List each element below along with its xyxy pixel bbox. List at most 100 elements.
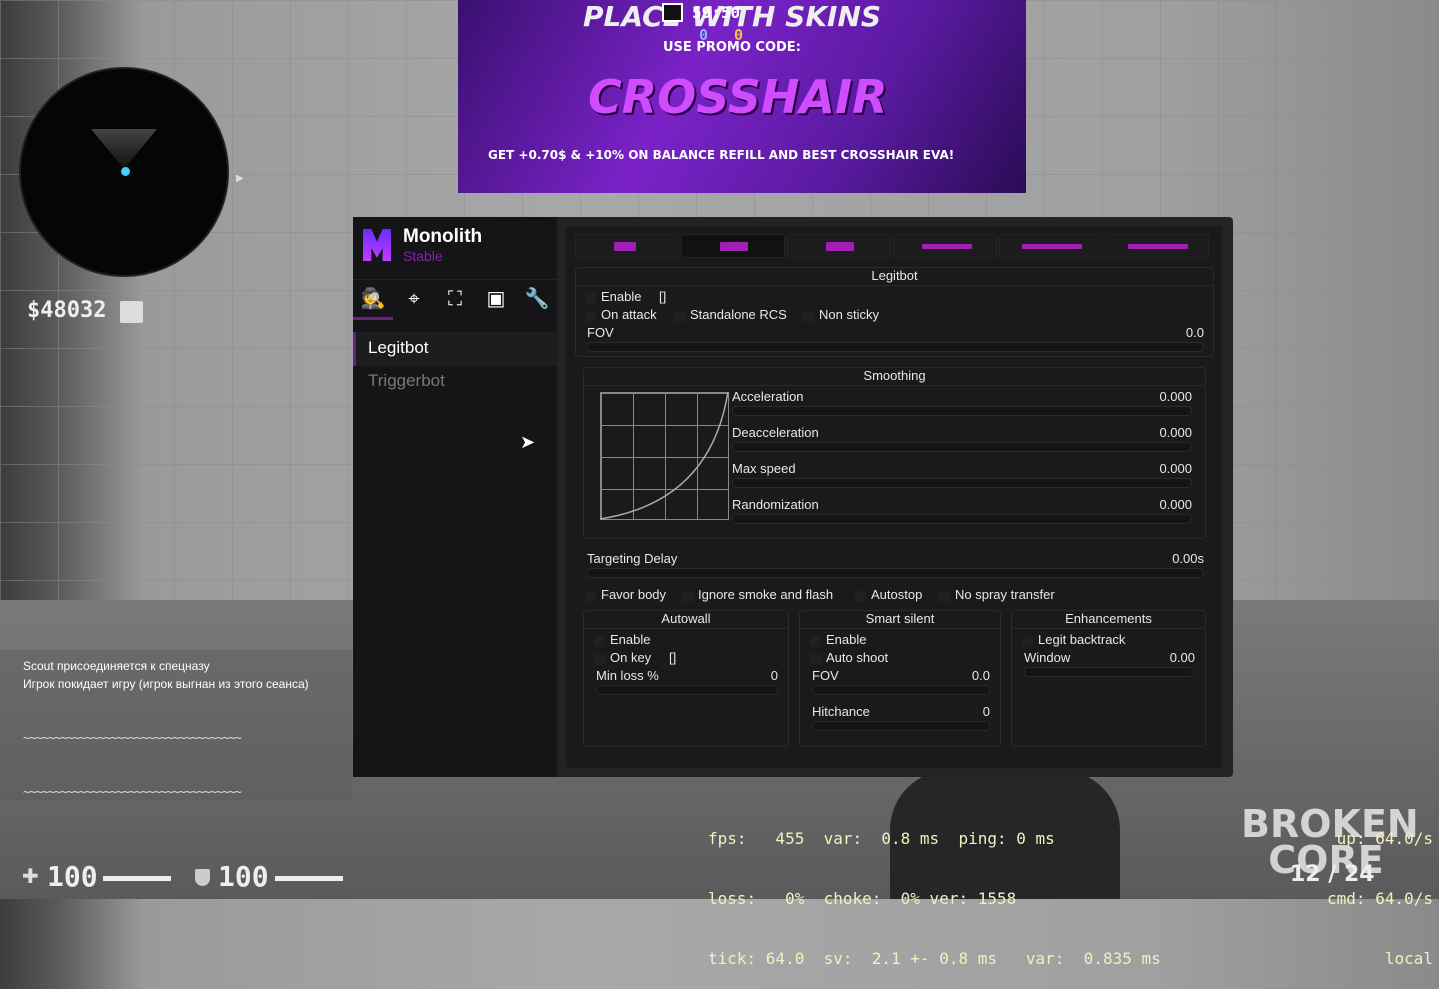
health-value: 100: [47, 860, 98, 893]
hitchance-slider[interactable]: [812, 721, 990, 731]
silent-fov-slider[interactable]: [812, 685, 990, 695]
autowall-enable-checkbox[interactable]: [594, 636, 605, 647]
armor-value: 100: [218, 860, 269, 893]
autowall-group: Autowall Enable On key [] Min loss % 0: [583, 610, 789, 747]
fov-value: 0.0: [1185, 325, 1204, 340]
ignore-smoke-label: Ignore smoke and flash: [698, 587, 834, 602]
score-t: 0: [734, 26, 744, 44]
radar: [19, 67, 229, 277]
autowall-enable-label: Enable: [610, 632, 651, 647]
weapon-tab-sniper[interactable]: [1105, 234, 1209, 258]
buy-cart-icon: [120, 301, 143, 323]
net-line: loss: 0% choke: 0% ver: 1558: [708, 889, 1017, 908]
acceleration-label: Acceleration: [732, 389, 804, 404]
on-attack-label: On attack: [601, 307, 657, 322]
targeting-delay-slider[interactable]: [587, 568, 1204, 578]
net-up: up: 64.0/s: [1336, 829, 1433, 848]
health-bar: [103, 876, 171, 881]
banner-title: CROSSHAIR: [588, 70, 888, 124]
max-speed-label: Max speed: [732, 461, 796, 476]
silent-fov-value: 0.0: [971, 668, 990, 683]
hitchance-label: Hitchance: [812, 704, 870, 719]
smart-silent-group: Smart silent Enable Auto shoot FOV 0.0 H…: [799, 610, 1001, 747]
ammo-counter: 12 / 24: [1290, 862, 1375, 887]
chat-separator: ~~~~~~~~~~~~~~~~~~~~~~~~~~~~~~~~~~~: [23, 731, 242, 745]
spy-icon[interactable]: 🕵: [358, 286, 388, 314]
radar-view-cone: [91, 129, 157, 169]
autostop-checkbox[interactable]: [855, 591, 866, 602]
weapon-tab-heavy-pistol[interactable]: [681, 234, 785, 258]
acceleration-slider[interactable]: [732, 406, 1192, 416]
favor-body-label: Favor body: [601, 587, 667, 602]
weapon-tab-rifle[interactable]: [893, 234, 997, 258]
legit-backtrack-checkbox[interactable]: [1022, 636, 1033, 647]
nav-legitbot[interactable]: Legitbot: [368, 338, 429, 358]
autowall-on-key-checkbox[interactable]: [594, 654, 605, 665]
window-slider[interactable]: [1024, 667, 1195, 677]
legit-backtrack-label: Legit backtrack: [1038, 632, 1126, 647]
min-loss-value: 0: [770, 668, 778, 683]
box-icon[interactable]: ▣: [481, 286, 511, 314]
sidebar: Monolith Stable 🕵 ⌖ ⛶ ▣ 🔧 Legitbot Trigg…: [353, 217, 557, 777]
money: $48032: [27, 298, 107, 323]
banner-bottom-text: GET +0.70$ & +10% ON BALANCE REFILL AND …: [488, 148, 955, 162]
banner-promo-text: USE PROMO CODE:: [663, 40, 801, 55]
non-sticky-checkbox[interactable]: [803, 311, 814, 322]
enhancements-group: Enhancements Legit backtrack Window 0.00: [1011, 610, 1206, 747]
hitchance-value: 0: [982, 704, 990, 719]
weapon-tab-smg[interactable]: [787, 234, 891, 258]
smart-silent-enable-label: Enable: [826, 632, 867, 647]
rifle-icon: [922, 244, 972, 249]
crosshair-icon[interactable]: ⌖: [399, 286, 429, 314]
chat-line: Игрок покидает игру (игрок выгнан из это…: [23, 677, 309, 691]
deacceleration-slider[interactable]: [732, 442, 1192, 452]
smoothing-curve: [600, 392, 729, 520]
max-speed-slider[interactable]: [732, 478, 1192, 488]
fov-slider[interactable]: [587, 342, 1204, 352]
build-label: Stable: [403, 248, 443, 264]
nav-triggerbot[interactable]: Triggerbot: [368, 371, 445, 391]
heavy-pistol-icon: [720, 242, 748, 251]
radar-player-dot: [121, 167, 130, 176]
net-line: fps: 455 var: 0.8 ms ping: 0 ms: [708, 829, 1055, 848]
favor-body-checkbox[interactable]: [585, 591, 596, 602]
deacceleration-label: Deacceleration: [732, 425, 819, 440]
no-spray-transfer-checkbox[interactable]: [939, 591, 950, 602]
weapon-tab-shotgun[interactable]: [999, 234, 1103, 258]
autowall-keybind[interactable]: []: [669, 650, 676, 665]
randomization-slider[interactable]: [732, 514, 1192, 524]
enable-keybind[interactable]: []: [659, 289, 666, 304]
on-attack-checkbox[interactable]: [585, 311, 596, 322]
group-title: Legitbot: [576, 268, 1213, 286]
max-speed-value: 0.000: [1159, 461, 1192, 476]
net-cmd: cmd: 64.0/s: [1327, 889, 1433, 908]
enable-label: Enable: [601, 289, 642, 304]
main-panel: Legitbot Enable [] On attack Standalone …: [566, 226, 1222, 768]
net-line: tick: 64.0 sv: 2.1 +- 0.8 ms var: 0.835 …: [708, 949, 1161, 968]
wrench-icon[interactable]: 🔧: [522, 286, 552, 314]
window-label: Window: [1024, 650, 1071, 665]
cheat-menu-window: Monolith Stable 🕵 ⌖ ⛶ ▣ 🔧 Legitbot Trigg…: [353, 217, 1233, 777]
monolith-logo: [363, 229, 391, 261]
enable-checkbox[interactable]: [585, 293, 596, 304]
sniper-icon: [1128, 244, 1188, 249]
health-cross-icon: ✚: [22, 864, 39, 888]
smart-silent-enable-checkbox[interactable]: [810, 636, 821, 647]
smoothing-group: Smoothing Acceleration 0.000 Deaccelerat…: [583, 367, 1206, 539]
standalone-rcs-label: Standalone RCS: [690, 307, 787, 322]
player-esp-icon[interactable]: ⛶: [440, 286, 470, 314]
targeting-delay-label: Targeting Delay: [587, 551, 678, 566]
ignore-smoke-checkbox[interactable]: [682, 591, 693, 602]
shotgun-icon: [1022, 244, 1082, 249]
auto-shoot-checkbox[interactable]: [810, 654, 821, 665]
auto-shoot-label: Auto shoot: [826, 650, 889, 665]
min-loss-slider[interactable]: [596, 685, 778, 695]
armor-bar: [275, 876, 343, 881]
radar-arrow-icon: ▶: [236, 173, 244, 184]
mouse-cursor-icon: ➤: [520, 432, 536, 453]
net-graph: fps: 455 var: 0.8 ms ping: 0 ms loss: 0%…: [708, 789, 1161, 989]
standalone-rcs-checkbox[interactable]: [674, 311, 685, 322]
chat-separator: ~~~~~~~~~~~~~~~~~~~~~~~~~~~~~~~~~~~: [23, 785, 242, 799]
brand-name: Monolith: [403, 226, 483, 247]
weapon-tab-pistol[interactable]: [575, 234, 679, 258]
